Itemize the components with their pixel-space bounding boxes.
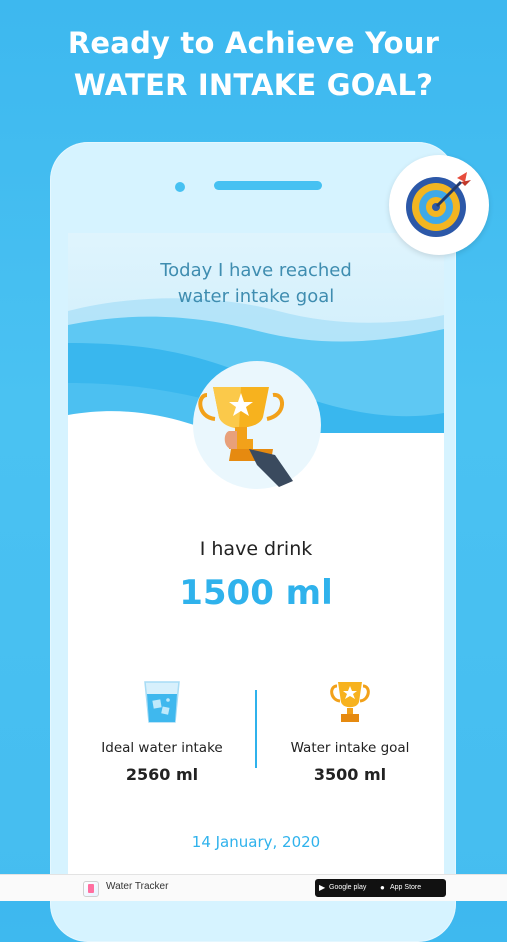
google-play-icon: ▶ <box>319 883 326 892</box>
store-footer: Water Tracker ▶ Google play ● App Store <box>0 874 507 901</box>
app-store-label: App Store <box>390 884 422 891</box>
ideal-intake-label: Ideal water intake <box>101 740 223 756</box>
headline-line-2: WATER INTAKE GOAL? <box>73 68 434 102</box>
water-glass-icon <box>144 681 180 723</box>
intake-goal-stat: Water intake goal 3500 ml <box>256 678 444 784</box>
google-play-button[interactable]: ▶ Google play <box>315 879 383 897</box>
trophy-hand-icon <box>198 387 293 487</box>
goal-message-line-2: water intake goal <box>177 286 335 307</box>
apple-icon: ● <box>380 883 385 892</box>
target-badge <box>389 155 489 255</box>
ideal-intake-value: 2560 ml <box>125 765 199 784</box>
goal-message-line-1: Today I have reached <box>160 260 352 281</box>
target-icon <box>406 172 471 237</box>
phone-speaker <box>214 181 322 190</box>
drink-label: I have drink <box>199 538 313 560</box>
app-screen: Today I have reached water intake goal I… <box>68 233 444 878</box>
drink-value: 1500 ml <box>179 573 333 613</box>
headline-line-1: Ready to Achieve Your <box>67 26 440 60</box>
date-label: 14 January, 2020 <box>191 833 321 851</box>
app-logo-icon <box>83 881 99 897</box>
ideal-intake-stat: Ideal water intake 2560 ml <box>68 678 256 784</box>
promo-headline: Ready to Achieve Your WATER INTAKE GOAL? <box>0 22 507 106</box>
trophy-hand-illustration <box>193 361 321 489</box>
footer-app-name: Water Tracker <box>106 881 169 892</box>
intake-goal-value: 3500 ml <box>313 765 387 784</box>
phone-camera <box>175 182 185 192</box>
trophy-icon <box>330 682 370 722</box>
google-play-label: Google play <box>329 884 367 891</box>
app-store-button[interactable]: ● App Store <box>376 879 446 897</box>
intake-goal-label: Water intake goal <box>290 740 410 756</box>
